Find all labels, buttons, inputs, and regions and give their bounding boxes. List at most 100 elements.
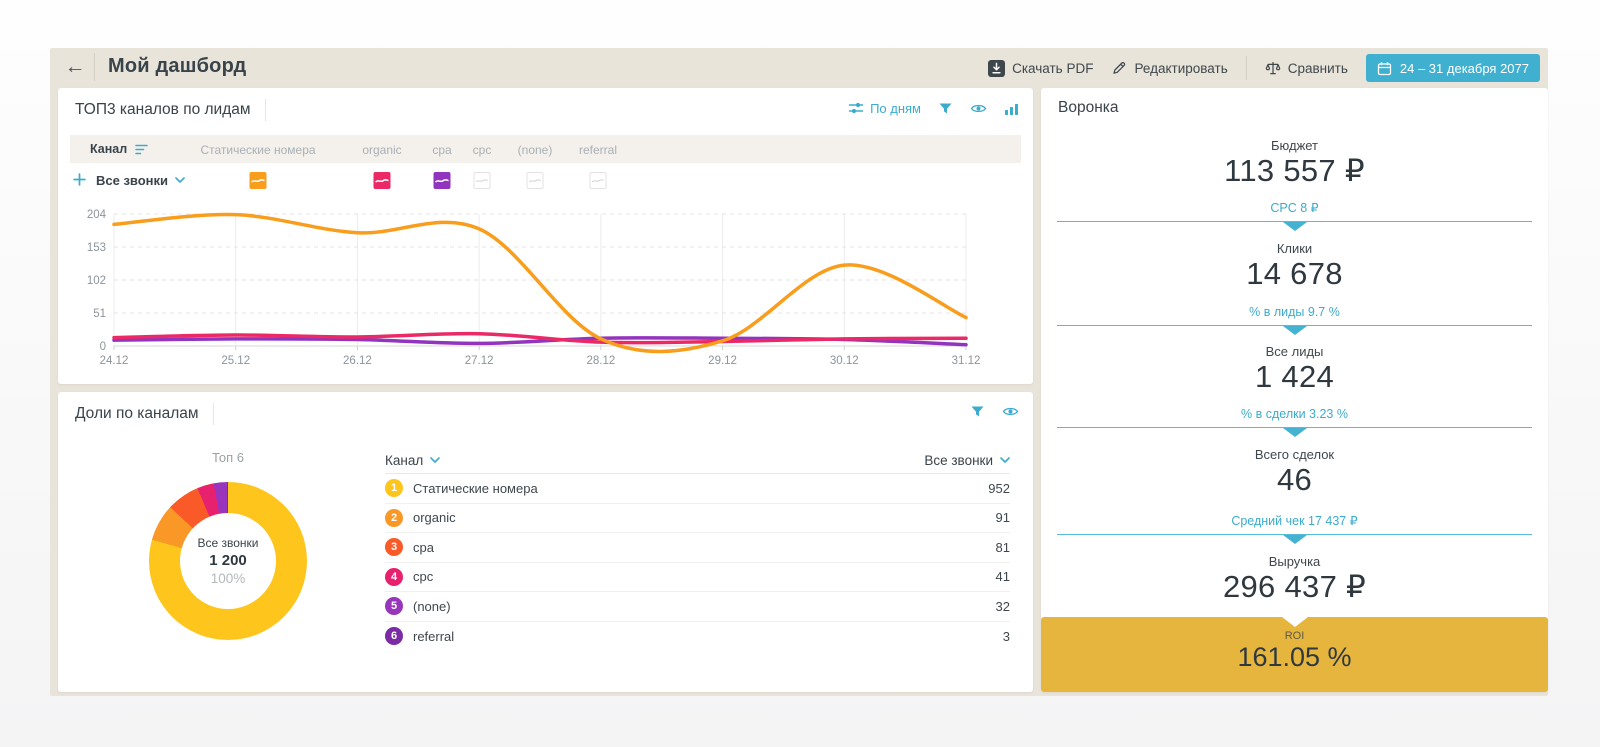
title-divider	[213, 403, 214, 425]
table-row[interactable]: 1 Статические номера 952	[385, 474, 1010, 504]
compare-button[interactable]: Сравнить	[1265, 60, 1348, 76]
date-range-button[interactable]: 24 – 31 декабря 2077	[1366, 54, 1540, 82]
top-chart-title: ТОП3 каналов по лидам	[75, 101, 251, 119]
svg-text:27.12: 27.12	[465, 355, 494, 367]
series-swatch-active[interactable]	[434, 172, 451, 189]
metric-selector[interactable]: Все звонки	[96, 173, 185, 188]
connector-line	[1057, 325, 1532, 326]
back-button[interactable]: ←	[62, 53, 88, 81]
svg-text:25.12: 25.12	[221, 355, 250, 367]
channel-name: referral	[413, 629, 454, 644]
chevron-down-icon	[430, 457, 440, 464]
svg-text:204: 204	[87, 209, 107, 221]
rank-badge: 2	[385, 509, 403, 527]
stage-value: 14 678	[1041, 256, 1548, 292]
stage-label: Клики	[1041, 241, 1548, 256]
leads-line-chart[interactable]: 24.1225.1226.1227.1228.1229.1230.1231.12…	[66, 204, 1024, 380]
filter-icon[interactable]	[938, 101, 953, 116]
channel-header-label: Канал	[385, 453, 423, 468]
rank-badge: 5	[385, 597, 403, 615]
table-row[interactable]: 3 cpa 81	[385, 533, 1010, 563]
shares-header: Доли по каналам	[58, 392, 1033, 434]
filter-icon[interactable]	[970, 404, 985, 419]
page-title: Мой дашборд	[108, 55, 246, 78]
channel-name: Статические номера	[413, 481, 538, 496]
table-row[interactable]: 4 cpc 41	[385, 563, 1010, 593]
svg-text:26.12: 26.12	[343, 355, 372, 367]
stage-value: 46	[1041, 462, 1548, 498]
granularity-label: По дням	[870, 101, 921, 116]
connector-line	[1057, 534, 1532, 535]
sliders-icon	[848, 100, 864, 116]
channel-value: 32	[996, 599, 1010, 614]
channel-shares-donut[interactable]: Все звонки 1 200 100%	[149, 482, 307, 640]
column-header: Статические номера	[200, 143, 315, 157]
column-header: cpc	[473, 143, 492, 157]
sort-icon[interactable]	[135, 143, 148, 156]
topbar-actions-divider	[1246, 56, 1247, 80]
series-swatch-active[interactable]	[250, 172, 267, 189]
eye-icon[interactable]	[1002, 404, 1019, 419]
series-swatch-inactive[interactable]	[474, 172, 491, 189]
edit-button[interactable]: Редактировать	[1111, 60, 1227, 76]
series-swatch-inactive[interactable]	[590, 172, 607, 189]
panel-top-channels: ТОП3 каналов по лидам По дням	[58, 88, 1033, 384]
funnel-connector: % в лиды 9.7 %	[1057, 305, 1532, 326]
channel-name: (none)	[413, 599, 451, 614]
download-pdf-label: Скачать PDF	[1012, 61, 1093, 76]
series-swatch-inactive[interactable]	[527, 172, 544, 189]
title-divider	[265, 99, 266, 121]
channel-name: cpc	[413, 569, 433, 584]
stage-label: Все лиды	[1041, 344, 1548, 359]
bar-chart-icon[interactable]	[1004, 101, 1019, 116]
channel-value: 81	[996, 540, 1010, 555]
donut-center: Все звонки 1 200 100%	[180, 513, 276, 609]
column-header: (none)	[518, 143, 553, 157]
topbar-actions: Скачать PDF Редактировать Сравнить 24 –	[988, 53, 1540, 83]
arrow-down-icon	[1283, 222, 1307, 231]
plus-icon[interactable]	[73, 173, 86, 186]
svg-text:51: 51	[93, 308, 106, 320]
svg-text:31.12: 31.12	[952, 355, 981, 367]
back-arrow-icon: ←	[65, 55, 86, 78]
stage-label: Бюджет	[1041, 138, 1548, 153]
connector-metric: CPC 8 ₽	[1057, 200, 1532, 215]
download-pdf-button[interactable]: Скачать PDF	[988, 60, 1093, 77]
chevron-down-icon	[175, 177, 185, 184]
roi-value: 161.05 %	[1041, 642, 1548, 673]
column-header: cpa	[432, 143, 451, 157]
date-range-label: 24 – 31 декабря 2077	[1400, 61, 1529, 76]
funnel-stage: Выручка 296 437 ₽	[1041, 554, 1548, 605]
shares-title: Доли по каналам	[75, 405, 199, 423]
channel-shares-table: Канал Все звонки 1 Статические номера 95…	[385, 448, 1010, 651]
svg-text:30.12: 30.12	[830, 355, 859, 367]
column-header: referral	[579, 143, 617, 157]
sort-by-channel[interactable]: Канал	[385, 453, 440, 468]
funnel-connector: CPC 8 ₽	[1057, 200, 1532, 222]
arrow-down-icon	[1283, 428, 1307, 437]
table-row[interactable]: 6 referral 3	[385, 622, 1010, 652]
channel-value: 91	[996, 510, 1010, 525]
download-icon	[988, 60, 1005, 77]
connector-line	[1057, 221, 1532, 222]
roi-notch	[1282, 617, 1308, 627]
table-row[interactable]: 5 (none) 32	[385, 592, 1010, 622]
panel-channel-shares: Доли по каналам Топ 6 Все звонки 1 200 1…	[58, 392, 1033, 692]
funnel-stage: Клики 14 678	[1041, 241, 1548, 292]
topbar-divider	[94, 53, 95, 81]
series-swatch-active[interactable]	[374, 172, 391, 189]
funnel-connector: Средний чек 17 437 ₽	[1057, 513, 1532, 535]
panel-funnel: Воронка Бюджет 113 557 ₽ CPC 8 ₽ Клики 1…	[1041, 88, 1548, 692]
channel-name: cpa	[413, 540, 434, 555]
eye-icon[interactable]	[970, 101, 987, 116]
sort-by-value[interactable]: Все звонки	[924, 453, 1010, 468]
dashboard-canvas: ← Мой дашборд Скачать PDF Редактировать	[50, 48, 1548, 696]
metric-label: Все звонки	[96, 173, 168, 188]
donut-center-label: Все звонки	[197, 536, 258, 550]
table-row[interactable]: 2 organic 91	[385, 504, 1010, 534]
granularity-control[interactable]: По дням	[848, 100, 921, 116]
channel-value: 41	[996, 569, 1010, 584]
funnel-stage: Все лиды 1 424	[1041, 344, 1548, 395]
compare-label: Сравнить	[1288, 61, 1348, 76]
funnel-header: Воронка	[1041, 88, 1548, 130]
